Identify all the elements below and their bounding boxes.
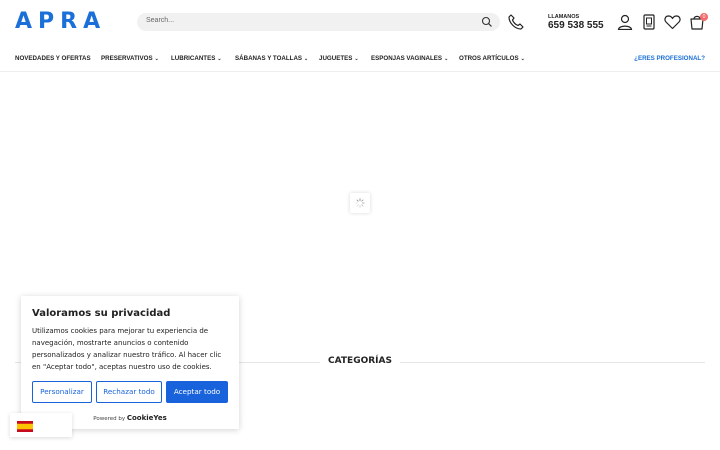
cart-count-badge: 0 <box>700 13 708 21</box>
reject-all-button[interactable]: Rechazar todo <box>96 381 162 403</box>
cookie-body: Utilizamos cookies para mejorar tu exper… <box>32 327 222 371</box>
chevron-down-icon: ⌄ <box>304 56 309 62</box>
nav-item-preservativos[interactable]: PRESERVATIVOS ⌄ <box>101 55 159 62</box>
loading-spinner <box>350 193 370 213</box>
cookieyes-logo[interactable]: CookieYes <box>127 414 167 422</box>
language-switcher[interactable] <box>10 413 72 437</box>
nav-item-lubricantes[interactable]: LUBRICANTES ⌄ <box>171 55 222 62</box>
catalog-icon[interactable] <box>642 14 656 30</box>
spain-flag-icon <box>17 421 33 432</box>
chevron-down-icon: ⌄ <box>354 56 359 62</box>
nav-item-novedades[interactable]: NOVEDADES Y OFERTAS <box>15 55 91 62</box>
divider <box>400 362 705 363</box>
accept-all-button[interactable]: Aceptar todo <box>166 381 228 403</box>
cookie-title: Valoramos su privacidad <box>32 308 171 319</box>
search-icon[interactable] <box>481 16 493 28</box>
search-input[interactable]: Search... <box>146 17 174 24</box>
nav-item-juguetes[interactable]: JUGUETES ⌄ <box>319 55 359 62</box>
nav-item-label: OTROS ARTÍCULOS <box>459 55 519 62</box>
site-header: APRA Search... LLAMANOS 659 538 555 0 <box>0 0 720 45</box>
cookie-consent-banner: Valoramos su privacidad Utilizamos cooki… <box>21 296 239 429</box>
chevron-down-icon: ⌄ <box>217 56 222 62</box>
nav-item-label: PRESERVATIVOS <box>101 55 153 62</box>
site-logo[interactable]: APRA <box>15 9 106 34</box>
nav-item-otros[interactable]: OTROS ARTÍCULOS ⌄ <box>459 55 525 62</box>
main-nav: NOVEDADES Y OFERTAS PRESERVATIVOS ⌄ LUBRI… <box>0 47 720 72</box>
customize-button[interactable]: Personalizar <box>32 381 92 403</box>
nav-item-esponjas[interactable]: ESPONJAS VAGINALES ⌄ <box>371 55 448 62</box>
nav-item-label: SÁBANAS Y TOALLAS <box>235 55 303 62</box>
powered-by-label: Powered by <box>93 416 126 422</box>
call-number[interactable]: 659 538 555 <box>548 20 604 31</box>
chevron-down-icon: ⌄ <box>154 56 159 62</box>
chevron-down-icon: ⌄ <box>520 56 525 62</box>
search-bar[interactable]: Search... <box>137 13 500 31</box>
nav-item-label: JUGUETES <box>319 55 353 62</box>
nav-item-label: ESPONJAS VAGINALES <box>371 55 443 62</box>
chevron-down-icon: ⌄ <box>444 56 449 62</box>
professional-link[interactable]: ¿ERES PROFESIONAL? <box>634 55 705 62</box>
phone-icon <box>508 14 524 30</box>
user-icon[interactable] <box>617 14 633 30</box>
spinner-icon <box>355 198 365 208</box>
nav-item-label: LUBRICANTES <box>171 55 216 62</box>
heart-icon[interactable] <box>664 14 681 30</box>
nav-item-sabanas[interactable]: SÁBANAS Y TOALLAS ⌄ <box>235 55 308 62</box>
nav-item-label: NOVEDADES Y OFERTAS <box>15 55 91 62</box>
